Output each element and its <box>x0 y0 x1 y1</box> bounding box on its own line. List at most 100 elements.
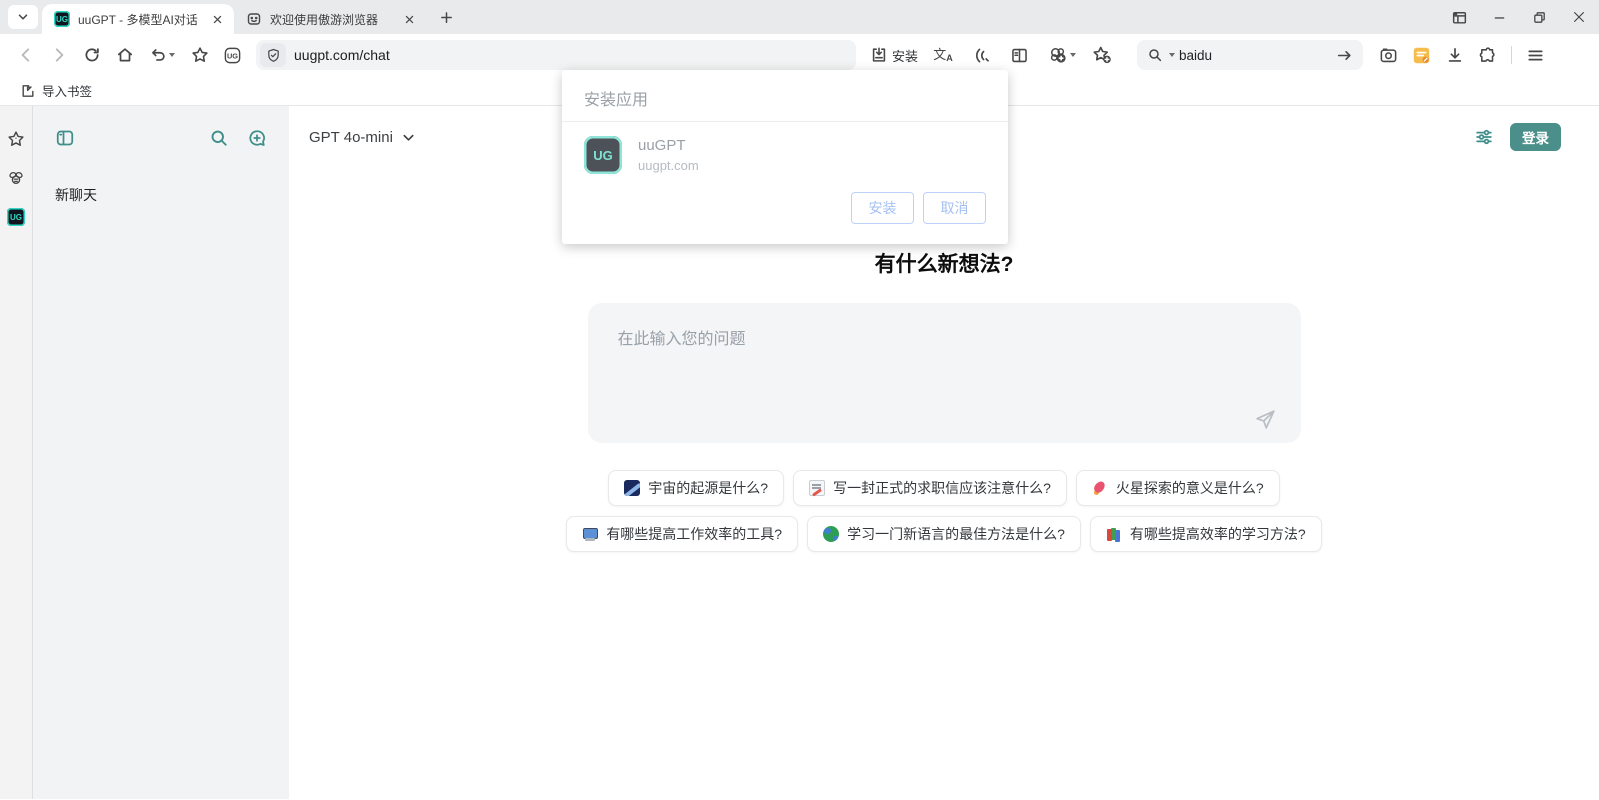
new-tab-button[interactable] <box>432 3 460 31</box>
close-window-button[interactable] <box>1559 0 1599 34</box>
maxnote-button[interactable] <box>1406 39 1437 71</box>
model-name: GPT 4o-mini <box>309 129 393 146</box>
window-controls <box>1439 0 1599 34</box>
laptop-icon <box>582 526 598 542</box>
minimize-icon <box>1492 10 1507 25</box>
sniffer-flower-icon <box>1048 45 1068 65</box>
suggestion-chips: 宇宙的起源是什么? 写一封正式的求职信应该注意什么? 火星探索的意义是什么? 有… <box>588 470 1301 552</box>
tab-uugpt[interactable]: UG uuGPT - 多模型AI对话 <box>42 4 234 34</box>
undo-dropdown-caret <box>169 53 175 57</box>
suggestion-chip[interactable]: 写一封正式的求职信应该注意什么? <box>793 470 1067 506</box>
chevron-down-icon <box>16 10 30 24</box>
favorites-sidebar-icon[interactable] <box>7 130 25 148</box>
address-bar[interactable]: uugpt.com/chat <box>256 40 856 70</box>
settings-sliders-icon[interactable] <box>1474 127 1494 147</box>
install-app-button[interactable]: 安装 <box>864 39 924 71</box>
home-button[interactable] <box>109 39 140 71</box>
chat-list-item[interactable]: 新聊天 <box>55 185 267 205</box>
uugpt-favicon: UG <box>54 11 70 27</box>
chat-input-box <box>588 303 1301 443</box>
galaxy-icon <box>624 480 640 496</box>
screenshot-button[interactable] <box>1373 39 1404 71</box>
url-text: uugpt.com/chat <box>294 47 390 63</box>
translate-button[interactable]: 文A <box>926 39 960 71</box>
browser-side-strip: UG <box>0 106 33 799</box>
sniffer-dropdown-caret <box>1070 53 1076 57</box>
tab-welcome[interactable]: 欢迎使用傲游浏览器 <box>234 4 426 34</box>
uugpt-site-button[interactable]: UG <box>217 39 248 71</box>
favorites-button[interactable] <box>184 39 215 71</box>
search-input[interactable] <box>1179 48 1332 63</box>
import-bookmarks-button[interactable]: 导入书签 <box>14 78 98 103</box>
reader-book-icon <box>1010 46 1029 65</box>
menu-icon <box>1526 46 1545 65</box>
globe-icon <box>823 526 839 542</box>
install-app-dialog: 安装应用 UG uuGPT uugpt.com 安装 取消 <box>562 70 1008 244</box>
uugpt-app-shortcut[interactable]: UG <box>7 208 25 226</box>
search-chats-icon[interactable] <box>209 128 229 148</box>
minimize-button[interactable] <box>1479 0 1519 34</box>
chat-input[interactable] <box>588 303 1301 443</box>
model-selector[interactable]: GPT 4o-mini <box>309 129 416 146</box>
import-bookmarks-label: 导入书签 <box>42 81 92 100</box>
collapse-sidebar-icon[interactable] <box>55 128 75 148</box>
suggestion-chip[interactable]: 有哪些提高工作效率的工具? <box>566 516 798 552</box>
restore-button[interactable] <box>1519 0 1559 34</box>
extensions-button[interactable] <box>1472 39 1503 71</box>
forward-button[interactable] <box>43 39 74 71</box>
suggestion-chip[interactable]: 学习一门新语言的最佳方法是什么? <box>807 516 1081 552</box>
tab-close-button[interactable] <box>208 10 226 28</box>
main-menu-button[interactable] <box>1520 39 1551 71</box>
dialog-install-button[interactable]: 安装 <box>851 192 914 224</box>
star-icon <box>191 46 209 64</box>
home-icon <box>116 46 134 64</box>
read-aloud-button[interactable] <box>962 39 998 71</box>
search-box[interactable] <box>1137 40 1363 70</box>
add-favorite-button[interactable] <box>1086 39 1117 71</box>
resource-sniffer-button[interactable] <box>1040 39 1084 71</box>
tab-bar: UG uuGPT - 多模型AI对话 欢迎使用傲游浏览器 <box>0 0 1599 34</box>
dialog-cancel-button[interactable]: 取消 <box>923 192 986 224</box>
chat-sidebar: 新聊天 <box>33 106 289 799</box>
back-icon <box>17 46 35 64</box>
downloads-button[interactable] <box>1439 39 1470 71</box>
login-button[interactable]: 登录 <box>1510 123 1561 151</box>
suggestion-chip[interactable]: 宇宙的起源是什么? <box>608 470 784 506</box>
smiley-favicon <box>246 11 262 27</box>
site-security-badge[interactable] <box>260 43 286 67</box>
chevron-down-icon <box>401 130 416 145</box>
tab-list-button[interactable] <box>8 5 38 29</box>
import-icon <box>20 83 36 99</box>
search-engine-caret <box>1169 53 1175 57</box>
read-aloud-icon <box>971 46 990 65</box>
tab-close-button[interactable] <box>400 10 418 28</box>
reload-icon <box>83 46 101 64</box>
suggestion-chip[interactable]: 有哪些提高效率的学习方法? <box>1090 516 1322 552</box>
boss-key-button[interactable] <box>1439 0 1479 34</box>
install-icon <box>870 46 888 64</box>
tab-title: 欢迎使用傲游浏览器 <box>270 11 392 28</box>
close-icon <box>404 14 415 25</box>
reader-mode-button[interactable] <box>1000 39 1038 71</box>
ug-site-icon: UG <box>223 46 242 65</box>
suggestion-label: 有哪些提高工作效率的工具? <box>606 524 782 544</box>
bee-icon[interactable] <box>7 169 25 187</box>
app-icon: UG <box>584 136 622 174</box>
star-add-icon <box>1092 45 1112 65</box>
plus-icon <box>439 10 454 25</box>
back-button[interactable] <box>10 39 41 71</box>
new-chat-icon[interactable] <box>247 128 267 148</box>
translate-icon: 文A <box>933 48 953 63</box>
search-go-icon[interactable] <box>1336 47 1353 64</box>
undo-button[interactable] <box>142 39 182 71</box>
suggestion-label: 学习一门新语言的最佳方法是什么? <box>847 524 1065 544</box>
reload-button[interactable] <box>76 39 107 71</box>
shield-icon <box>266 48 281 63</box>
dialog-title: 安装应用 <box>562 70 1008 122</box>
send-icon[interactable] <box>1254 408 1277 431</box>
toolbar-divider <box>1511 46 1512 64</box>
tab-title: uuGPT - 多模型AI对话 <box>78 11 200 28</box>
suggestion-chip[interactable]: 火星探索的意义是什么? <box>1076 470 1280 506</box>
close-icon <box>1572 10 1586 24</box>
restore-icon <box>1532 10 1547 25</box>
